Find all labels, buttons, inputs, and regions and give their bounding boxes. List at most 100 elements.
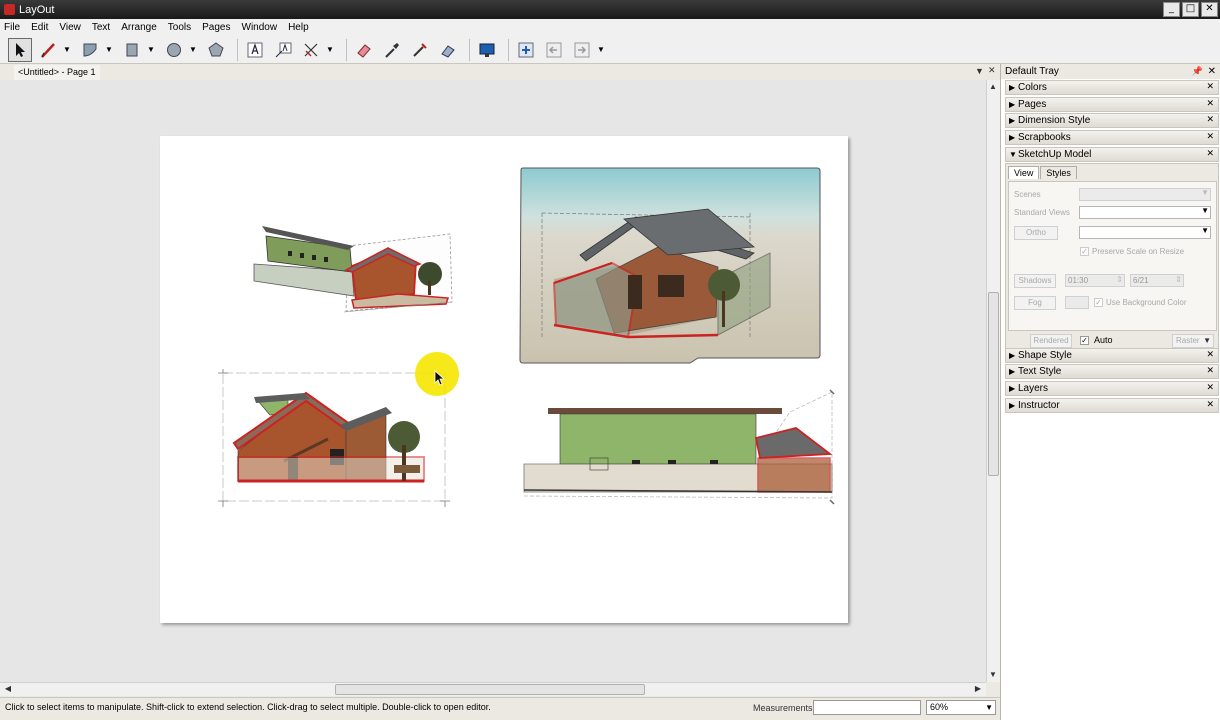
- menu-arrange[interactable]: Arrange: [121, 22, 162, 33]
- raster-select[interactable]: Raster ▼: [1172, 334, 1214, 348]
- model-viewport-rendered[interactable]: [518, 167, 822, 365]
- shadow-date-field[interactable]: 6/21 ⇕: [1130, 274, 1184, 287]
- dimension-tool-button[interactable]: [299, 38, 323, 62]
- raster-label: Raster: [1176, 336, 1200, 345]
- split-tool-button[interactable]: [408, 38, 432, 62]
- ortho-toggle[interactable]: Ortho: [1014, 226, 1058, 240]
- circle-tool-button[interactable]: [162, 38, 186, 62]
- text-tool-button[interactable]: [243, 38, 267, 62]
- fog-color-swatch[interactable]: [1065, 296, 1089, 309]
- panel-text-style[interactable]: ▶ Text Style ✕: [1005, 364, 1219, 379]
- add-page-button[interactable]: [514, 38, 538, 62]
- rectangle-tool-dropdown[interactable]: ▼: [146, 38, 156, 62]
- menu-text[interactable]: Text: [92, 22, 115, 33]
- close-panel-icon[interactable]: ✕: [1206, 98, 1214, 111]
- previous-page-button[interactable]: [542, 38, 566, 62]
- auto-checkbox[interactable]: ✓: [1080, 336, 1089, 345]
- label-tool-button[interactable]: [271, 38, 295, 62]
- vertical-scroll-thumb[interactable]: [988, 292, 999, 476]
- close-document-icon[interactable]: ✕: [988, 66, 996, 76]
- preserve-scale-checkbox[interactable]: ✓: [1080, 247, 1089, 256]
- next-page-button[interactable]: [570, 38, 594, 62]
- model-viewport-front-elevation-selected[interactable]: [218, 369, 452, 507]
- chevron-down-icon: ▼: [1201, 188, 1209, 197]
- menu-file[interactable]: File: [4, 22, 25, 33]
- select-tool-button[interactable]: [8, 37, 32, 62]
- scenes-select[interactable]: ▼: [1079, 188, 1211, 201]
- shadows-toggle[interactable]: Shadows: [1014, 274, 1056, 288]
- scroll-left-arrow-icon[interactable]: ◀: [2, 684, 14, 693]
- shadow-time-field[interactable]: 01:30 ⇕: [1065, 274, 1125, 287]
- drawing-canvas[interactable]: [0, 80, 986, 682]
- model-viewport-perspective-small[interactable]: [248, 226, 458, 316]
- close-panel-icon[interactable]: ✕: [1206, 382, 1214, 395]
- zoom-select[interactable]: 60% ▼: [926, 700, 996, 715]
- model-viewport-side-elevation[interactable]: [520, 386, 838, 510]
- menu-edit[interactable]: Edit: [31, 22, 53, 33]
- close-panel-icon[interactable]: ✕: [1206, 148, 1214, 161]
- panel-shape-style[interactable]: ▶ Shape Style ✕: [1005, 348, 1219, 363]
- panel-dimension-style[interactable]: ▶ Dimension Style ✕: [1005, 113, 1219, 128]
- close-panel-icon[interactable]: ✕: [1206, 365, 1214, 378]
- menu-pages[interactable]: Pages: [202, 22, 235, 33]
- close-tray-icon[interactable]: ✕: [1208, 64, 1216, 79]
- join-tool-button[interactable]: [436, 38, 460, 62]
- close-button[interactable]: ✕: [1201, 2, 1218, 17]
- dimension-tool-dropdown[interactable]: ▼: [325, 38, 335, 62]
- line-tool-dropdown[interactable]: ▼: [62, 38, 72, 62]
- toolbar-overflow-dropdown[interactable]: ▼: [596, 38, 606, 62]
- scroll-down-arrow-icon[interactable]: ▼: [987, 670, 999, 679]
- standard-views-select[interactable]: ▼: [1079, 206, 1211, 219]
- fog-toggle[interactable]: Fog: [1014, 296, 1056, 310]
- pin-icon[interactable]: 📌: [1192, 64, 1203, 79]
- panel-label: SketchUp Model: [1018, 149, 1092, 160]
- layout-app-icon: [4, 4, 15, 15]
- panel-pages[interactable]: ▶ Pages ✕: [1005, 97, 1219, 112]
- panel-sketchup-model[interactable]: ▼ SketchUp Model ✕: [1005, 147, 1219, 162]
- zoom-value: 60%: [930, 702, 949, 712]
- arc-tool-dropdown[interactable]: ▼: [104, 38, 114, 62]
- tab-list-dropdown-icon[interactable]: ▼: [975, 66, 984, 76]
- line-tool-button[interactable]: [36, 38, 60, 62]
- menu-view[interactable]: View: [59, 22, 86, 33]
- panel-instructor[interactable]: ▶ Instructor ✕: [1005, 398, 1219, 413]
- close-panel-icon[interactable]: ✕: [1206, 349, 1214, 362]
- split-icon: [413, 42, 427, 57]
- document-tab[interactable]: <Untitled> - Page 1: [14, 65, 100, 80]
- menu-window[interactable]: Window: [242, 22, 283, 33]
- present-button[interactable]: [475, 38, 499, 62]
- horizontal-scroll-thumb[interactable]: [335, 684, 645, 695]
- tab-styles[interactable]: Styles: [1040, 166, 1077, 179]
- close-panel-icon[interactable]: ✕: [1206, 81, 1214, 94]
- status-hint: Click to select items to manipulate. Shi…: [5, 702, 491, 712]
- scroll-right-arrow-icon[interactable]: ▶: [972, 684, 984, 693]
- scroll-up-arrow-icon[interactable]: ▲: [987, 82, 999, 91]
- minimize-button[interactable]: _: [1163, 2, 1180, 17]
- polygon-tool-button[interactable]: [204, 38, 228, 62]
- expand-arrow-icon: ▶: [1009, 100, 1016, 109]
- panel-scrapbooks[interactable]: ▶ Scrapbooks ✕: [1005, 130, 1219, 145]
- panel-colors[interactable]: ▶ Colors ✕: [1005, 80, 1219, 95]
- tab-view[interactable]: View: [1008, 166, 1040, 179]
- vertical-scrollbar[interactable]: ▲ ▼: [986, 80, 1000, 682]
- close-panel-icon[interactable]: ✕: [1206, 131, 1214, 144]
- measurements-input[interactable]: [813, 700, 921, 715]
- circle-tool-dropdown[interactable]: ▼: [188, 38, 198, 62]
- close-panel-icon[interactable]: ✕: [1206, 399, 1214, 412]
- rectangle-tool-button[interactable]: [120, 38, 144, 62]
- rendered-button[interactable]: Rendered: [1030, 334, 1072, 348]
- dimension-icon: [304, 43, 318, 57]
- expand-arrow-icon: ▶: [1009, 367, 1016, 376]
- eraser-tool-button[interactable]: [352, 38, 376, 62]
- close-panel-icon[interactable]: ✕: [1206, 114, 1214, 127]
- menu-help[interactable]: Help: [288, 22, 314, 33]
- scale-select[interactable]: ▼: [1079, 226, 1211, 239]
- use-background-color-checkbox[interactable]: ✓: [1094, 298, 1103, 307]
- menu-tools[interactable]: Tools: [168, 22, 196, 33]
- paper-page[interactable]: [160, 136, 848, 623]
- panel-layers[interactable]: ▶ Layers ✕: [1005, 381, 1219, 396]
- maximize-button[interactable]: □: [1182, 2, 1199, 17]
- arc-tool-button[interactable]: [78, 38, 102, 62]
- style-dropper-tool-button[interactable]: [380, 38, 404, 62]
- horizontal-scrollbar[interactable]: ◀ ▶: [0, 682, 986, 696]
